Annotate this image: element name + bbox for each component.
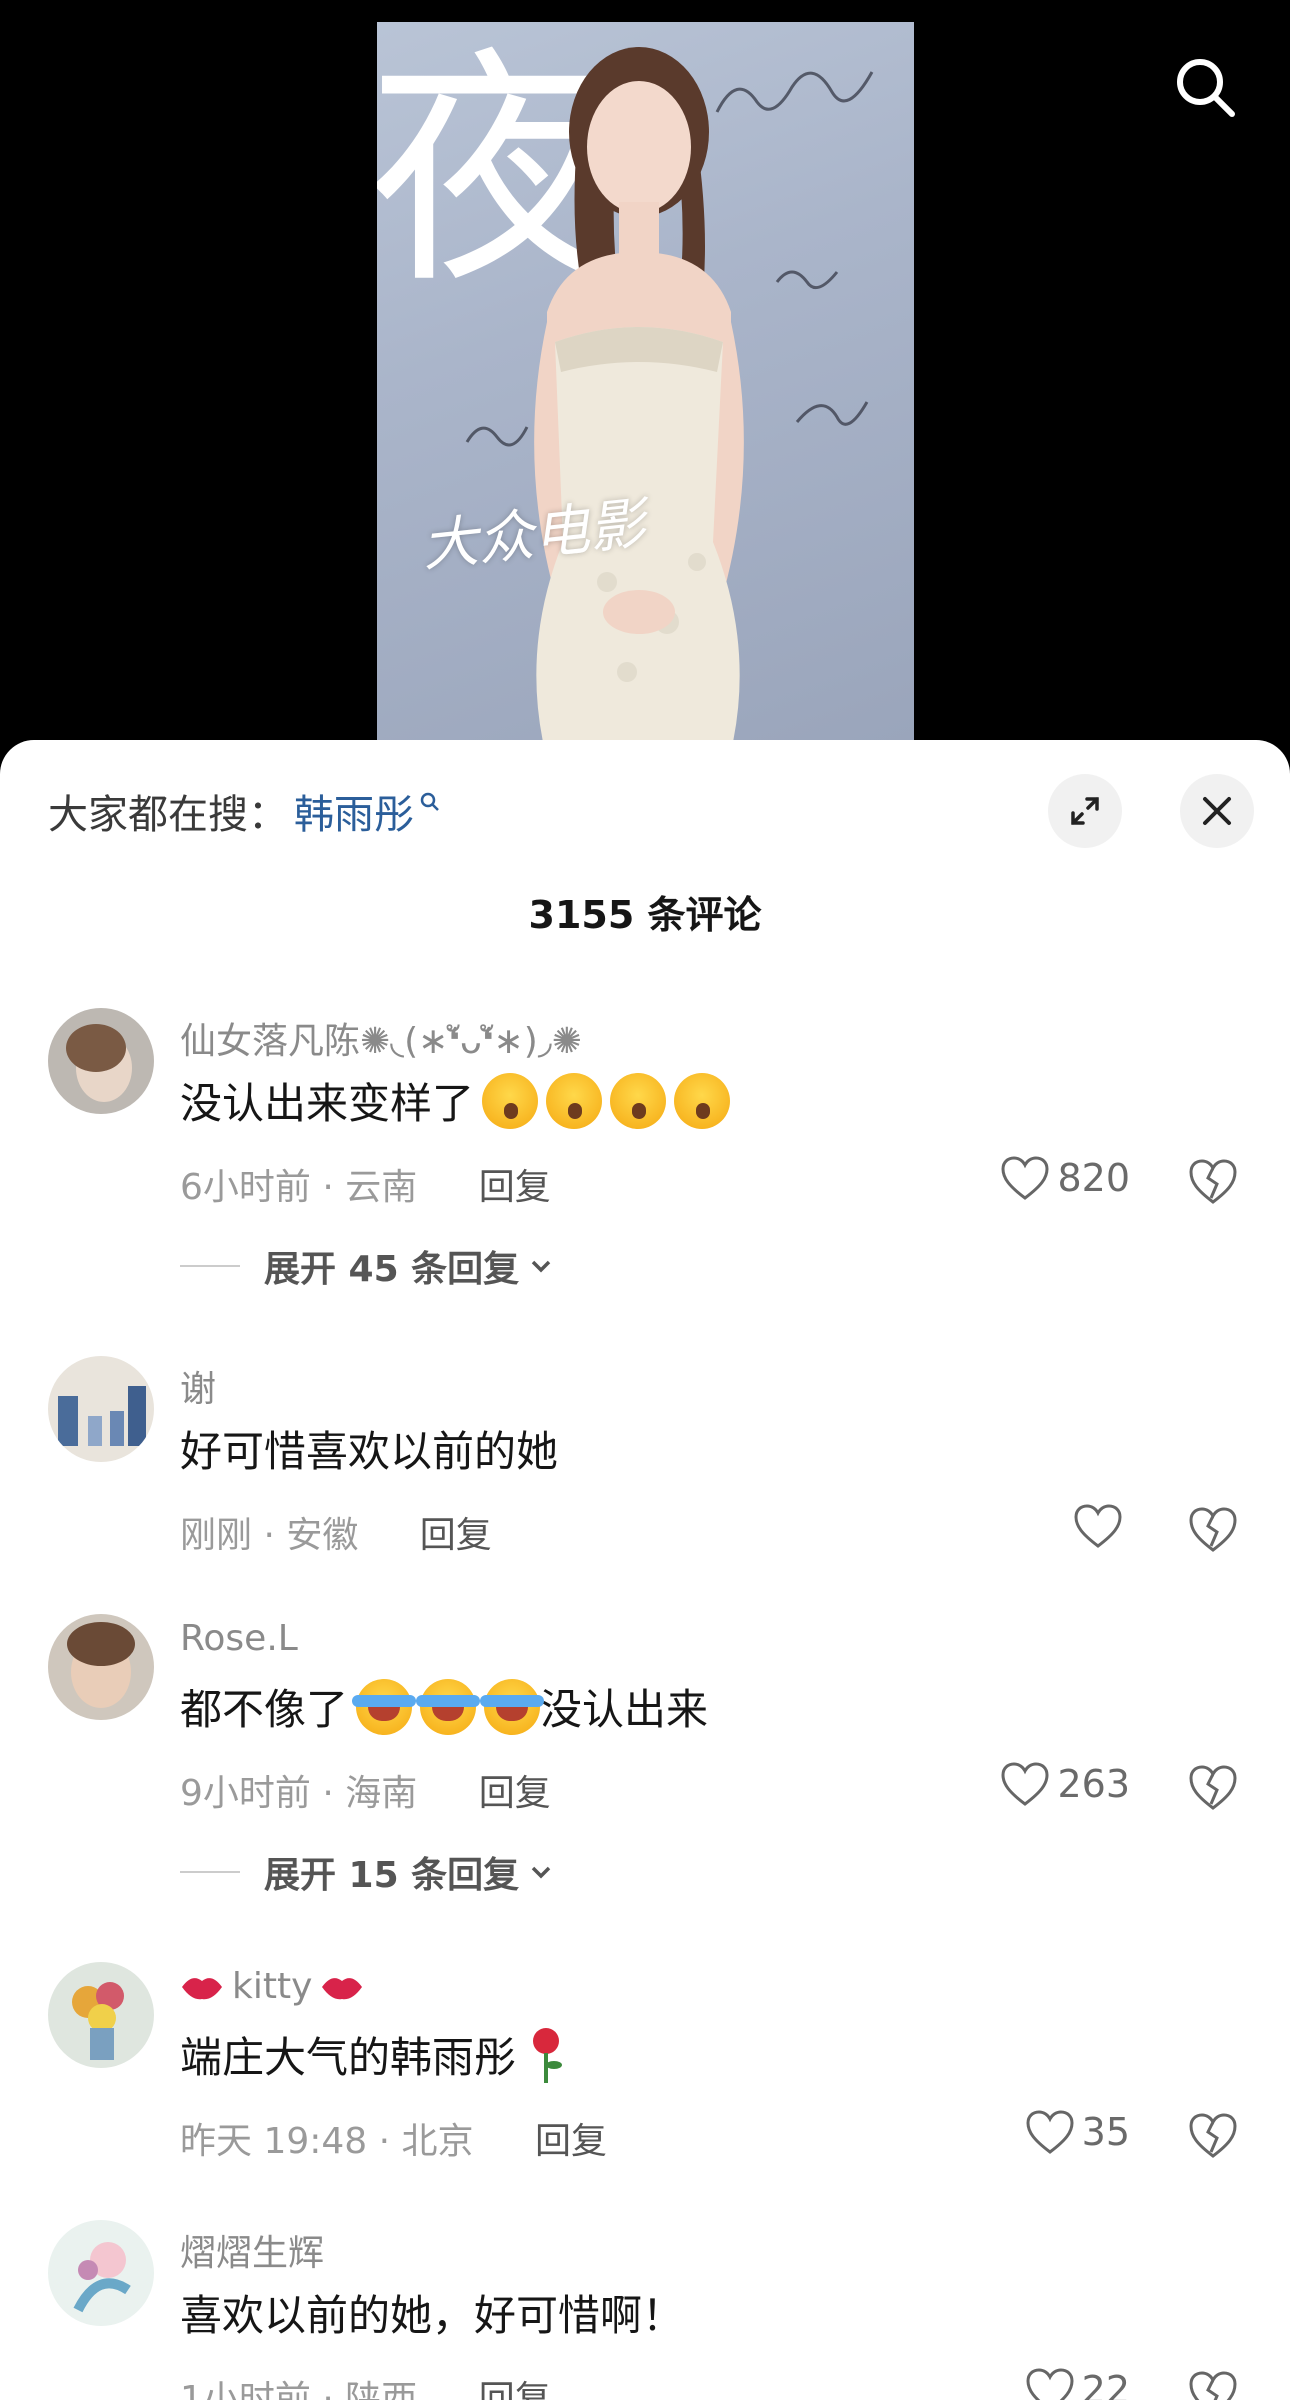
like-button[interactable]: 820	[999, 1154, 1130, 1202]
shocked-face-icon	[674, 1072, 731, 1129]
divider	[180, 1871, 240, 1873]
username[interactable]: Rose.L	[180, 1618, 298, 1659]
broken-heart-icon[interactable]	[1186, 1760, 1240, 1814]
broken-heart-icon[interactable]	[1186, 1502, 1240, 1556]
heart-icon	[1001, 1762, 1049, 1806]
reply-button[interactable]: 回复	[535, 2121, 607, 2162]
reply-button[interactable]: 回复	[420, 1515, 492, 1556]
search-button[interactable]	[1170, 52, 1240, 122]
rose-icon	[533, 2027, 563, 2083]
avatar[interactable]	[48, 1008, 154, 1114]
comment-meta: 昨天 19:48 · 北京 回复	[180, 2112, 607, 2164]
comment-body: 好可惜喜欢以前的她	[180, 1427, 559, 1476]
video-player[interactable]: 夜 大众电影	[0, 0, 1290, 745]
like-count: 820	[1057, 1156, 1130, 1200]
like-button[interactable]: 35	[1024, 2108, 1130, 2156]
heart-icon	[1001, 1156, 1049, 1200]
shocked-face-icon	[482, 1072, 539, 1129]
shocked-face-icon	[546, 1072, 603, 1129]
lips-icon	[182, 1977, 222, 1999]
like-button[interactable]	[1072, 1502, 1130, 1550]
heart-icon	[1074, 1504, 1122, 1548]
close-icon	[1203, 797, 1231, 825]
time-location: 6小时前 · 云南	[180, 1167, 418, 1208]
avatar[interactable]	[48, 2220, 154, 2326]
crying-laughing-face-icon	[352, 1678, 417, 1735]
comment-meta: 1小时前 · 陕西 回复	[180, 2370, 551, 2400]
chevron-down-icon	[531, 1260, 551, 1273]
time-location: 9小时前 · 海南	[180, 1773, 418, 1814]
username[interactable]: 谢	[180, 1360, 216, 1412]
comment-body: 喜欢以前的她，好可惜啊！	[180, 2291, 685, 2340]
comment-count: 3155 条评论	[528, 893, 762, 937]
comment-body: 都不像了	[180, 1685, 349, 1734]
like-button[interactable]: 22	[1024, 2366, 1130, 2400]
broken-heart-icon[interactable]	[1186, 1154, 1240, 1208]
crying-laughing-face-icon	[480, 1678, 545, 1735]
comment-text: 端庄大气的韩雨彤	[180, 2024, 566, 2085]
comment-meta: 刚刚 · 安徽 回复	[180, 1506, 492, 1558]
like-count: 263	[1057, 1762, 1130, 1806]
comment-text: 没认出来变样了	[180, 1070, 731, 1131]
avatar[interactable]	[48, 1962, 154, 2068]
expand-replies-label: 展开 15 条回复	[264, 1855, 520, 1896]
divider	[180, 1265, 240, 1267]
comment-text: 喜欢以前的她，好可惜啊！	[180, 2282, 684, 2343]
like-count: 22	[1081, 2368, 1130, 2400]
expand-replies-button[interactable]: 展开 45 条回复	[180, 1240, 555, 1292]
time-location: 1小时前 · 陕西	[180, 2379, 418, 2400]
avatar[interactable]	[48, 1356, 154, 1462]
like-button[interactable]: 263	[999, 1760, 1130, 1808]
username[interactable]: 熠熠生辉	[180, 2224, 324, 2276]
crying-laughing-face-icon	[416, 1678, 481, 1735]
username[interactable]: 仙女落凡陈✺◟(∗❛ัᴗ❛ั∗)◞✺	[180, 1012, 582, 1069]
lips-icon	[322, 1977, 363, 1999]
broken-heart-icon[interactable]	[1186, 2366, 1240, 2400]
comment-text: 好可惜喜欢以前的她	[180, 1418, 558, 1479]
video-frame[interactable]: 夜 大众电影	[377, 22, 914, 740]
comment-body: 没认出来变样了	[180, 1079, 475, 1128]
expand-sheet-button[interactable]	[1048, 774, 1122, 848]
hot-search-prefix: 大家都在搜：	[48, 792, 288, 838]
username[interactable]: kitty	[180, 1966, 364, 2007]
comments-sheet[interactable]: 大家都在搜： 韩雨彤 3155 条评论 仙女落凡陈✺◟(∗❛ัᴗ❛ั∗)◞✺ 没…	[0, 740, 1290, 2400]
avatar[interactable]	[48, 1614, 154, 1720]
chevron-down-icon	[531, 1866, 551, 1879]
comment-text: 都不像了 没认出来	[180, 1676, 708, 1737]
like-count: 35	[1081, 2110, 1130, 2154]
expand-replies-label: 展开 45 条回复	[264, 1249, 520, 1290]
comment-meta: 9小时前 · 海南 回复	[180, 1764, 551, 1816]
time-location: 昨天 19:48 · 北京	[180, 2121, 474, 2162]
reply-button[interactable]: 回复	[479, 2379, 551, 2400]
heart-icon	[1026, 2368, 1074, 2400]
close-button[interactable]	[1180, 774, 1254, 848]
hot-search-bar[interactable]: 大家都在搜： 韩雨彤	[48, 782, 442, 840]
expand-icon	[1071, 797, 1099, 825]
reply-button[interactable]: 回复	[479, 1167, 551, 1208]
person-figure	[534, 47, 744, 740]
heart-icon	[1026, 2110, 1074, 2154]
search-icon	[420, 792, 439, 811]
comment-body: 端庄大气的韩雨彤	[180, 2033, 517, 2082]
expand-replies-button[interactable]: 展开 15 条回复	[180, 1846, 555, 1898]
shocked-face-icon	[610, 1072, 667, 1129]
reply-button[interactable]: 回复	[479, 1773, 551, 1814]
search-icon	[1177, 59, 1235, 117]
broken-heart-icon[interactable]	[1186, 2108, 1240, 2162]
hot-search-term[interactable]: 韩雨彤	[294, 782, 414, 840]
time-location: 刚刚 · 安徽	[180, 1515, 359, 1556]
username-text: kitty	[232, 1966, 313, 2007]
comment-meta: 6小时前 · 云南 回复	[180, 1158, 551, 1210]
comment-body-tail: 没认出来	[540, 1685, 709, 1734]
